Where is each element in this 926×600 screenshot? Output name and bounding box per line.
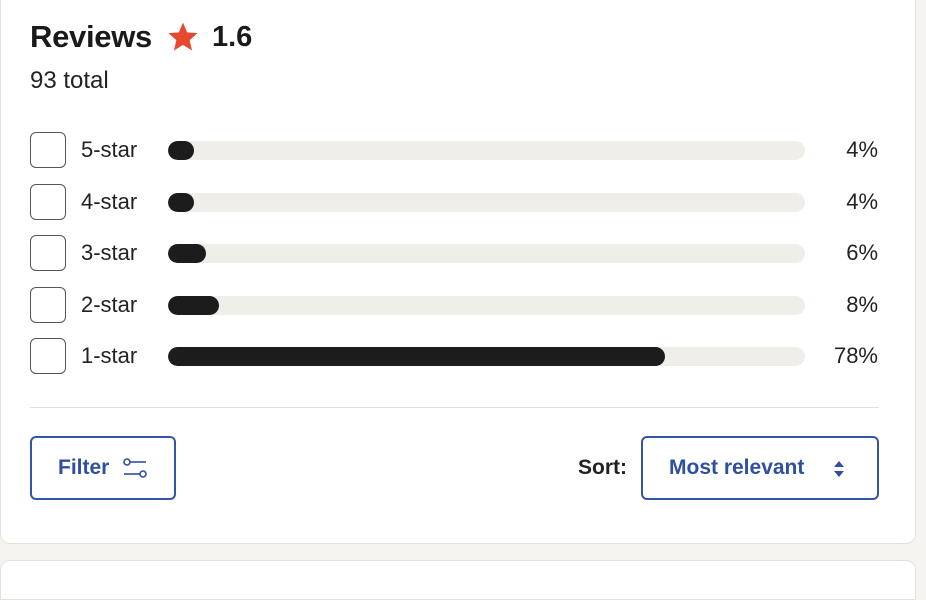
rating-percent: 4% [846, 189, 878, 214]
rating-checkbox-1-star[interactable] [30, 338, 66, 374]
sliders-icon [121, 454, 149, 482]
rating-bar-track [168, 243, 805, 263]
rating-row-3-star[interactable]: 3-star 6% [30, 233, 880, 273]
sort-value: Most relevant [669, 456, 805, 479]
rating-row-2-star[interactable]: 2-star 8% [30, 285, 880, 325]
reviews-header: Reviews 1.6 [30, 17, 252, 57]
updown-chevron-icon [833, 460, 845, 478]
rating-percent: 8% [846, 292, 878, 317]
rating-bar-fill [168, 140, 194, 160]
sort-label: Sort: [578, 456, 627, 479]
filter-button[interactable]: Filter [30, 436, 176, 500]
reviews-card: Reviews 1.6 93 total 5-star 4% 4-star 4%… [0, 0, 916, 544]
rating-label: 2-star [81, 292, 138, 317]
next-card [0, 560, 916, 600]
rating-label: 4-star [81, 189, 138, 214]
divider [30, 407, 879, 408]
rating-bar-fill [168, 243, 207, 263]
rating-bar-fill [168, 192, 194, 212]
rating-row-4-star[interactable]: 4-star 4% [30, 182, 880, 222]
rating-label: 5-star [81, 137, 138, 162]
rating-bar-track [168, 346, 805, 366]
rating-bar-track [168, 140, 805, 160]
rating-percent: 4% [846, 137, 878, 162]
rating-bar-track [168, 192, 805, 212]
rating-percent: 6% [846, 240, 878, 265]
star-icon [166, 20, 200, 54]
rating-checkbox-4-star[interactable] [30, 184, 66, 220]
filter-label: Filter [58, 456, 110, 479]
rating-checkbox-2-star[interactable] [30, 287, 66, 323]
rating-percent: 78% [833, 343, 878, 368]
rating-bar-track [168, 295, 805, 315]
rating-row-5-star[interactable]: 5-star 4% [30, 130, 880, 170]
reviews-total: 93 total [30, 67, 109, 94]
rating-bar-fill [168, 346, 665, 366]
reviews-title: Reviews [30, 19, 152, 54]
average-rating: 1.6 [211, 20, 253, 53]
rating-bar-fill [168, 295, 219, 315]
rating-checkbox-3-star[interactable] [30, 235, 66, 271]
rating-label: 1-star [81, 343, 138, 368]
rating-label: 3-star [81, 240, 138, 265]
sort-dropdown[interactable]: Most relevant [641, 436, 879, 500]
rating-row-1-star[interactable]: 1-star 78% [30, 336, 880, 376]
rating-checkbox-5-star[interactable] [30, 132, 66, 168]
